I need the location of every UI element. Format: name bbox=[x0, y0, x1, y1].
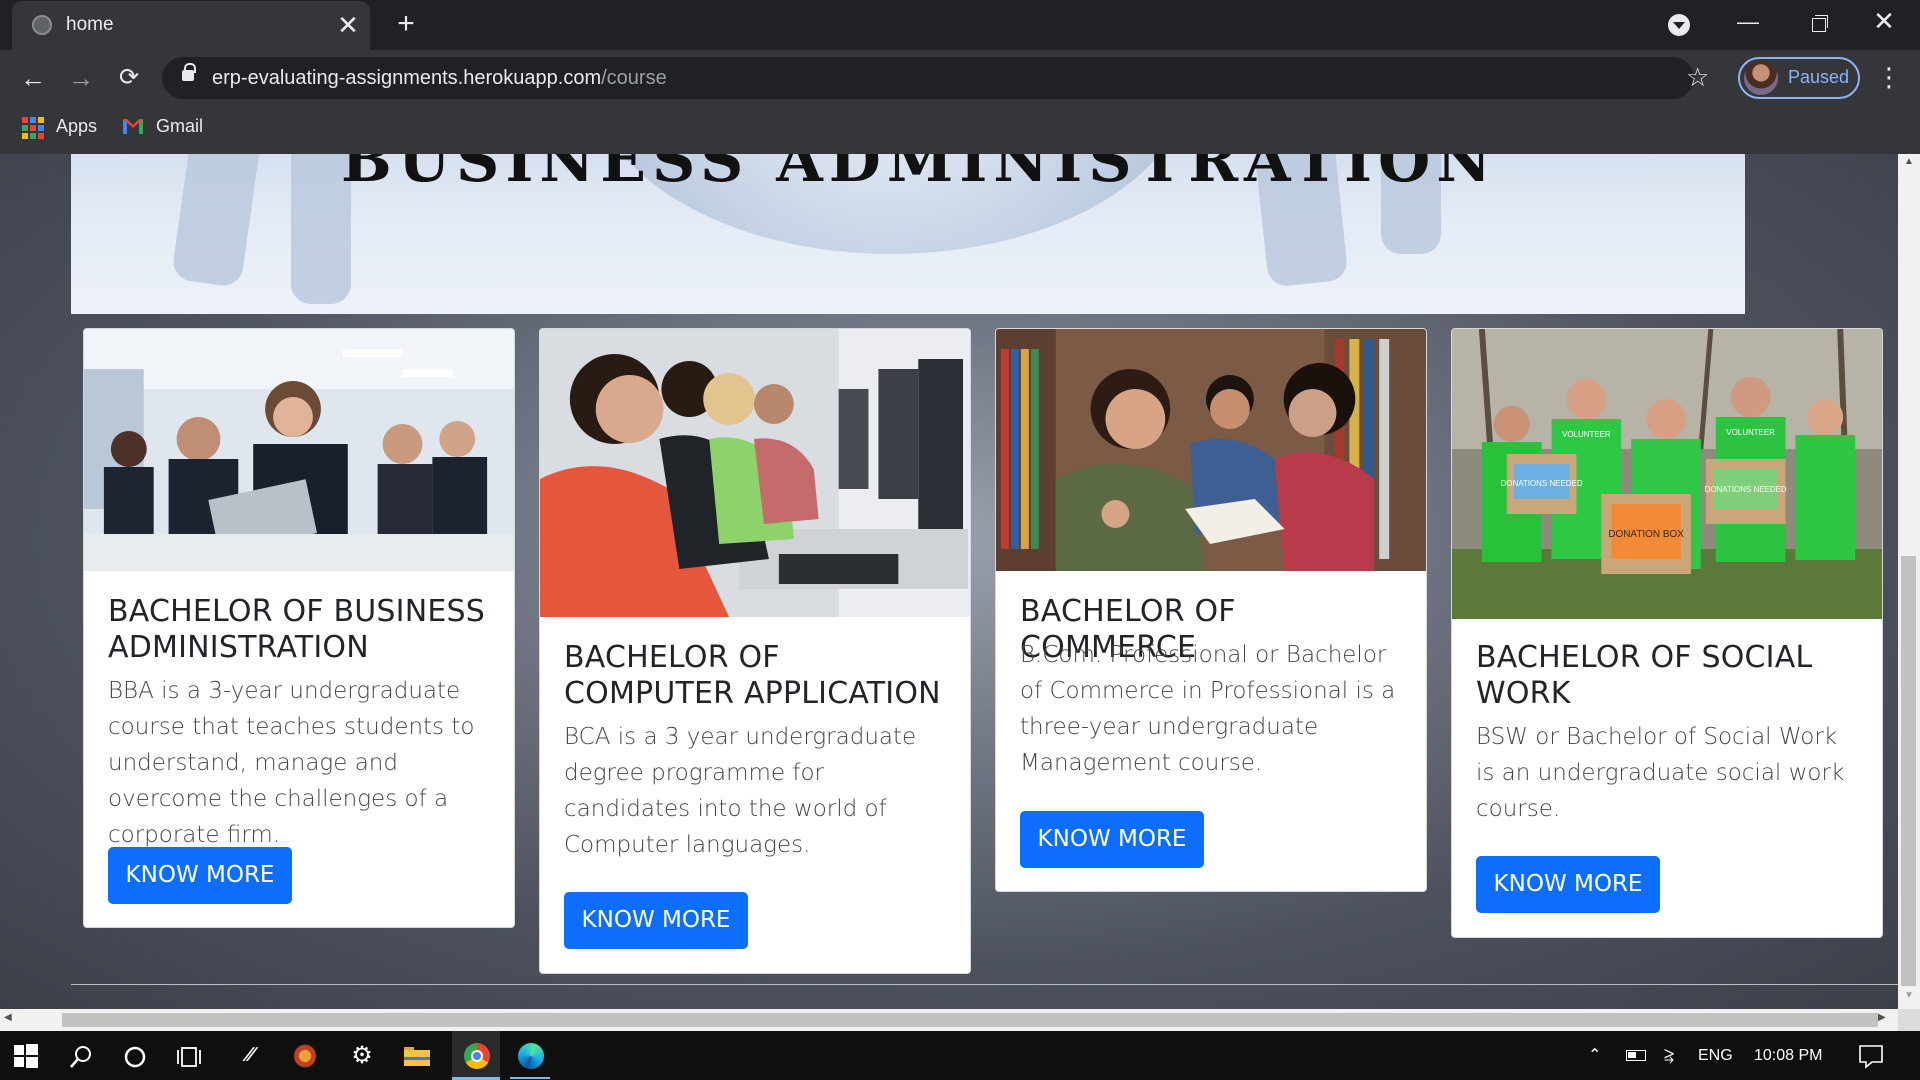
course-card: DONATIONS NEEDED DONATION BOX DONATIONS … bbox=[1451, 328, 1883, 938]
course-title: BACHELOR OF COMPUTER APPLICATION bbox=[564, 640, 941, 711]
browser-tab[interactable]: home ✕ bbox=[12, 1, 370, 50]
notifications-icon[interactable] bbox=[1858, 1043, 1884, 1069]
fruity-loops-icon[interactable] bbox=[294, 1044, 316, 1068]
url-path: /course bbox=[601, 67, 667, 89]
scroll-right-arrow-icon[interactable]: ▶ bbox=[1878, 1012, 1894, 1028]
forward-arrow-icon[interactable]: → bbox=[64, 61, 98, 95]
clock-time[interactable]: 10:08 PM bbox=[1754, 1031, 1822, 1080]
bookmark-star-icon[interactable]: ☆ bbox=[1686, 62, 1709, 93]
page-viewport: BUSINESS ADMINISTRATION BACHELOR OF BUSI… bbox=[0, 154, 1898, 1009]
course-card: BACHELOR OF COMMERCE B.Com. Professional… bbox=[995, 328, 1427, 892]
shirt-label: VOLUNTEER bbox=[1726, 428, 1775, 437]
scroll-down-arrow-icon[interactable]: ▼ bbox=[1898, 990, 1920, 1008]
course-description: BSW or Bachelor of Social Work is an und… bbox=[1476, 724, 1845, 822]
bookmarks-bar bbox=[0, 106, 1920, 154]
restore-button[interactable] bbox=[1800, 8, 1836, 38]
avatar[interactable] bbox=[1744, 61, 1778, 95]
url-host: erp-evaluating-assignments.herokuapp.com bbox=[212, 67, 602, 89]
globe-icon bbox=[32, 15, 52, 35]
input-language[interactable]: ENG bbox=[1698, 1031, 1733, 1080]
minimize-button[interactable]: — bbox=[1730, 8, 1766, 38]
search-icon[interactable] bbox=[68, 1044, 94, 1070]
window-close-button[interactable]: ✕ bbox=[1866, 6, 1902, 36]
course-description: BBA is a 3-year undergraduate course tha… bbox=[108, 678, 475, 848]
battery-icon[interactable] bbox=[1626, 1050, 1646, 1061]
scrollbar-corner bbox=[1898, 1009, 1920, 1031]
shirt-label: VOLUNTEER bbox=[1562, 430, 1611, 439]
task-view-icon[interactable] bbox=[176, 1044, 202, 1070]
tab-title: home bbox=[66, 14, 114, 35]
back-arrow-icon[interactable]: ← bbox=[16, 61, 50, 95]
know-more-button[interactable]: KNOW MORE bbox=[564, 892, 748, 949]
course-title: BACHELOR OF SOCIAL WORK bbox=[1476, 640, 1813, 711]
lock-icon[interactable] bbox=[182, 63, 196, 81]
gmail-icon[interactable] bbox=[122, 117, 144, 135]
course-title: BACHELOR OF BUSINESS ADMINISTRATION bbox=[108, 594, 485, 665]
course-image-volunteers: DONATIONS NEEDED DONATION BOX DONATIONS … bbox=[1452, 329, 1882, 619]
bookmark-apps[interactable]: Apps bbox=[56, 116, 97, 137]
file-explorer-icon[interactable] bbox=[404, 1045, 430, 1067]
box-label: DONATIONS NEEDED bbox=[1705, 485, 1787, 494]
course-image-computer-lab bbox=[540, 329, 970, 617]
show-hidden-icons-chevron-icon[interactable]: ⌃ bbox=[1588, 1031, 1601, 1080]
horizontal-scroll-thumb[interactable] bbox=[62, 1013, 1878, 1027]
edge-open-indicator bbox=[510, 1077, 550, 1079]
pen-app-icon[interactable]: ∕∕ bbox=[226, 1031, 274, 1080]
bookmark-gmail[interactable]: Gmail bbox=[156, 116, 203, 137]
chrome-icon[interactable] bbox=[464, 1043, 490, 1069]
scroll-left-arrow-icon[interactable]: ◀ bbox=[4, 1012, 20, 1028]
url-text[interactable]: erp-evaluating-assignments.herokuapp.com… bbox=[212, 67, 667, 90]
wifi-icon[interactable]: ⥸ bbox=[1664, 1031, 1674, 1080]
reload-icon[interactable]: ⟳ bbox=[112, 61, 146, 95]
cortana-icon[interactable] bbox=[122, 1044, 148, 1070]
course-image-library bbox=[996, 329, 1426, 571]
know-more-button[interactable]: KNOW MORE bbox=[1476, 856, 1660, 913]
settings-gear-icon[interactable]: ⚙ bbox=[338, 1031, 386, 1080]
apps-grid-icon[interactable] bbox=[22, 117, 44, 139]
course-image-classroom bbox=[84, 329, 514, 571]
box-label: DONATIONS NEEDED bbox=[1501, 479, 1583, 488]
hero-banner: BUSINESS ADMINISTRATION bbox=[71, 154, 1745, 314]
hero-title: BUSINESS ADMINISTRATION bbox=[341, 154, 1498, 196]
hero-figure-silhouette bbox=[170, 154, 262, 289]
edge-icon[interactable] bbox=[518, 1043, 544, 1069]
tab-search-icon[interactable] bbox=[1668, 14, 1690, 36]
course-description: BCA is a 3 year undergraduate degree pro… bbox=[564, 724, 917, 858]
windows-start-icon[interactable] bbox=[14, 1044, 38, 1068]
know-more-button[interactable]: KNOW MORE bbox=[108, 847, 292, 904]
vertical-scroll-thumb[interactable] bbox=[1901, 556, 1916, 986]
box-label: DONATION BOX bbox=[1608, 529, 1684, 540]
more-menu-icon[interactable]: ⋮ bbox=[1876, 62, 1902, 96]
course-card: BACHELOR OF COMPUTER APPLICATION BCA is … bbox=[539, 328, 971, 974]
scroll-up-arrow-icon[interactable]: ▲ bbox=[1898, 156, 1920, 174]
footer-divider bbox=[71, 984, 1898, 985]
new-tab-button[interactable]: + bbox=[390, 8, 422, 40]
course-description: B.Com. Professional or Bachelor of Comme… bbox=[1020, 642, 1396, 776]
know-more-button[interactable]: KNOW MORE bbox=[1020, 811, 1204, 868]
close-tab-icon[interactable]: ✕ bbox=[334, 9, 362, 41]
course-card: BACHELOR OF BUSINESS ADMINISTRATION BBA … bbox=[83, 328, 515, 928]
profile-status[interactable]: Paused bbox=[1788, 67, 1849, 88]
